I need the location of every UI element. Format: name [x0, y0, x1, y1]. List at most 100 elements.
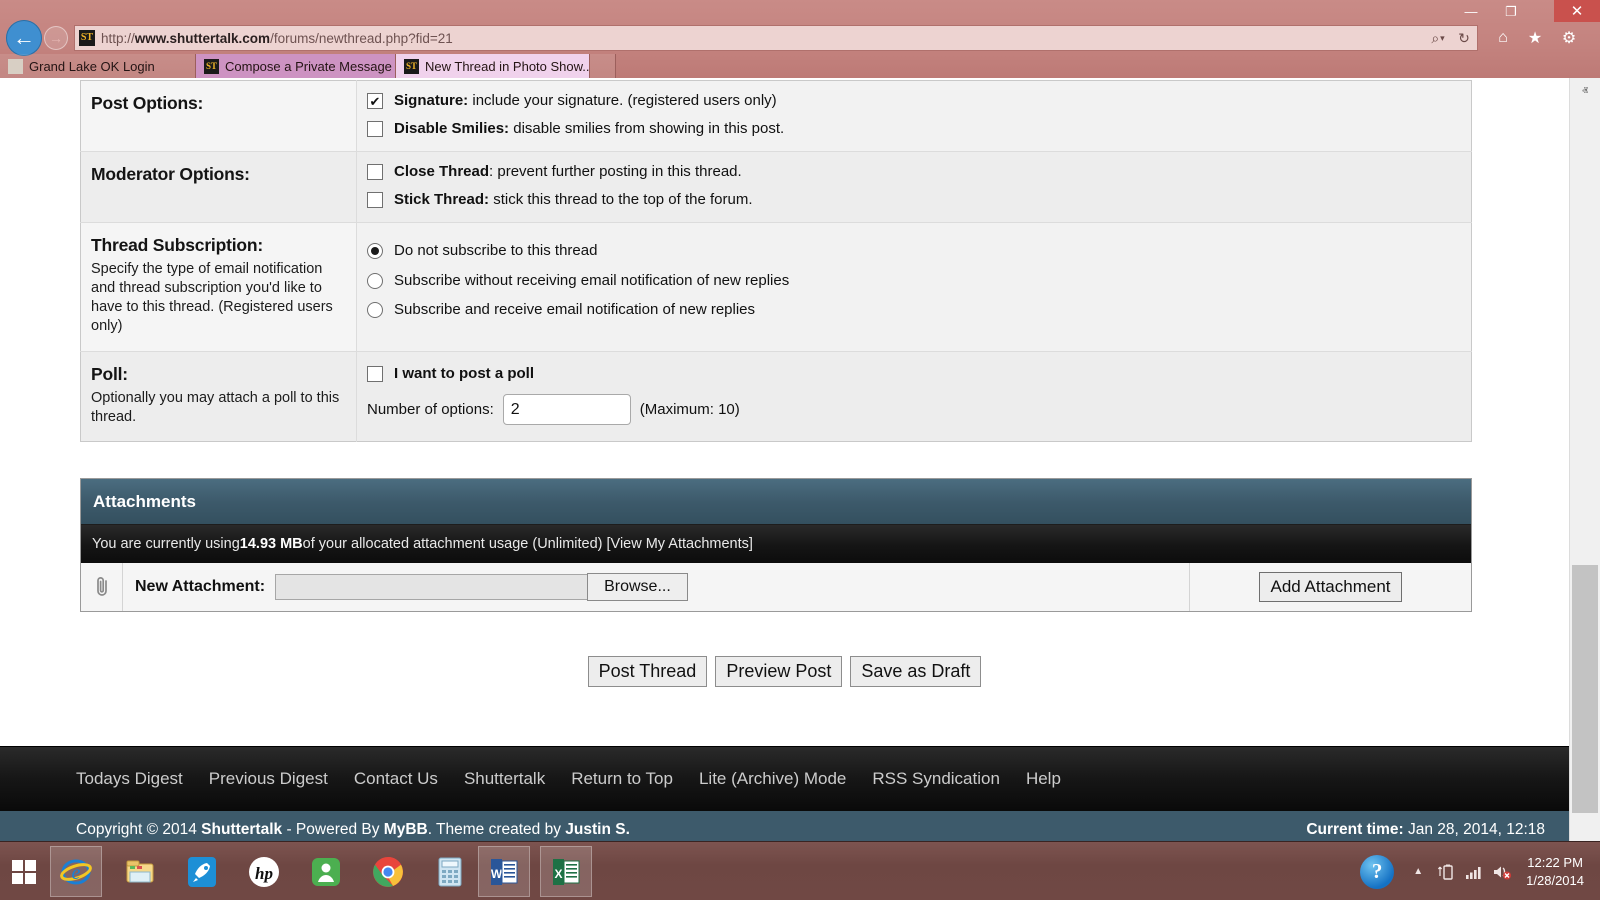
footer-link-return-to-top[interactable]: Return to Top	[571, 769, 673, 789]
footer-copyright-bar: Copyright © 2014 Shuttertalk - Powered B…	[0, 811, 1569, 841]
signature-checkbox[interactable]	[367, 93, 383, 109]
post-thread-button[interactable]: Post Thread	[588, 656, 708, 687]
option-label-rest: disable smilies from showing in this pos…	[509, 120, 784, 137]
svg-text:e: e	[72, 862, 81, 884]
windows-taskbar: e hp	[0, 841, 1600, 900]
site-favicon-icon: ST	[204, 59, 219, 74]
show-hidden-icons-icon[interactable]: ▲	[1404, 857, 1432, 887]
word-icon: W	[487, 855, 521, 889]
maximize-button[interactable]: ❐	[1494, 0, 1528, 22]
footer-link-rss-syndication[interactable]: RSS Syndication	[872, 769, 1000, 789]
poll-options-input[interactable]	[503, 394, 631, 425]
taskbar-google-chrome[interactable]	[362, 846, 414, 897]
usage-amount: 14.93 MB	[240, 536, 303, 552]
page-scrollbar[interactable]: ⱏ ⱟ	[1569, 78, 1600, 841]
taskbar-rocket-app[interactable]	[176, 846, 228, 897]
refresh-icon[interactable]: ↻	[1451, 26, 1477, 50]
preview-post-button[interactable]: Preview Post	[715, 656, 842, 687]
battery-icon[interactable]	[1432, 857, 1460, 887]
disable-smilies-checkbox[interactable]	[367, 121, 383, 137]
start-button[interactable]	[0, 842, 47, 901]
generic-favicon-icon	[8, 59, 23, 74]
taskbar-microsoft-excel[interactable]: X	[540, 846, 592, 897]
help-icon[interactable]: ?	[1360, 855, 1394, 889]
forward-button[interactable]: →	[44, 26, 68, 50]
footer-link-todays-digest[interactable]: Todays Digest	[76, 769, 183, 789]
tab-grand-lake-ok-login[interactable]: Grand Lake OK Login	[0, 54, 196, 78]
home-icon[interactable]: ⌂	[1490, 26, 1516, 50]
option-post-a-poll[interactable]: I want to post a poll	[367, 366, 1459, 383]
option-signature[interactable]: Signature: include your signature. (regi…	[367, 93, 1459, 110]
copyright-engine: MyBB	[384, 821, 428, 838]
option-label-rest: stick this thread to the top of the foru…	[489, 191, 752, 208]
close-thread-checkbox[interactable]	[367, 164, 383, 180]
browse-button[interactable]: Browse...	[587, 573, 688, 601]
option-do-not-subscribe[interactable]: Do not subscribe to this thread	[367, 243, 1459, 260]
subscribe-with-email-radio[interactable]	[367, 302, 383, 318]
current-time-label: Current time:	[1306, 821, 1403, 838]
field-description: Optionally you may attach a poll to this…	[91, 389, 344, 427]
taskbar-quicken-app[interactable]	[300, 846, 352, 897]
option-subscribe-no-email[interactable]: Subscribe without receiving email notifi…	[367, 273, 1459, 290]
tab-compose-private-message[interactable]: ST Compose a Private Message	[196, 54, 396, 78]
option-label-bold: Stick Thread:	[394, 191, 489, 208]
hp-icon: hp	[247, 855, 281, 889]
close-window-button[interactable]: ✕	[1554, 0, 1600, 22]
do-not-subscribe-radio[interactable]	[367, 243, 383, 259]
taskbar-clock[interactable]: 12:22 PM 1/28/2014	[1526, 854, 1584, 888]
address-bar[interactable]: ST http://www.shuttertalk.com/forums/new…	[74, 25, 1478, 51]
search-icon[interactable]: ⌕▾	[1425, 26, 1451, 50]
attachments-panel: Attachments You are currently using 14.9…	[80, 478, 1472, 612]
subscribe-no-email-radio[interactable]	[367, 273, 383, 289]
taskbar-file-explorer[interactable]	[114, 846, 166, 897]
field-title: Moderator Options:	[91, 164, 344, 185]
table-row-post-options: Post Options: Signature: include your si…	[81, 81, 1472, 152]
taskbar-calculator[interactable]	[424, 846, 476, 897]
thread-subscription-label-cell: Thread Subscription: Specify the type of…	[81, 223, 357, 352]
footer-link-help[interactable]: Help	[1026, 769, 1061, 789]
network-signal-icon[interactable]	[1460, 857, 1488, 887]
post-a-poll-checkbox[interactable]	[367, 366, 383, 382]
taskbar-hp-support-assistant[interactable]: hp	[238, 846, 290, 897]
taskbar-microsoft-word[interactable]: W	[478, 846, 530, 897]
taskbar-internet-explorer[interactable]: e	[50, 846, 102, 897]
footer-link-lite-archive-mode[interactable]: Lite (Archive) Mode	[699, 769, 846, 789]
tab-strip: Grand Lake OK Login ST Compose a Private…	[0, 54, 1600, 78]
browser-chrome: — ❐ ✕ ← → ST http://www.shuttertalk.com/…	[0, 0, 1600, 78]
footer-link-previous-digest[interactable]: Previous Digest	[209, 769, 328, 789]
new-tab-button[interactable]	[590, 54, 616, 78]
maximize-icon: ❐	[1505, 5, 1517, 18]
save-as-draft-button[interactable]: Save as Draft	[850, 656, 981, 687]
scroll-up-icon[interactable]: ⱏ	[1570, 78, 1600, 104]
search-caret-icon: ▾	[1440, 33, 1445, 44]
stick-thread-checkbox[interactable]	[367, 192, 383, 208]
minimize-button[interactable]: —	[1454, 0, 1488, 22]
clock-time: 12:22 PM	[1526, 854, 1584, 871]
option-label-bold: Disable Smilies:	[394, 120, 509, 137]
field-description: Specify the type of email notification a…	[91, 260, 344, 337]
forward-arrow-icon: →	[49, 30, 63, 46]
option-label-bold: Signature:	[394, 92, 468, 109]
attachment-file-input[interactable]	[275, 574, 587, 600]
moderator-options-field-cell: Close Thread: prevent further posting in…	[357, 152, 1472, 223]
favorites-star-icon[interactable]: ★	[1522, 26, 1548, 50]
svg-text:W: W	[491, 867, 503, 881]
scrollbar-thumb[interactable]	[1572, 565, 1598, 813]
tab-new-thread-in-photo-show[interactable]: ST New Thread in Photo Show... ✕	[396, 54, 590, 78]
scroll-down-icon[interactable]: ⱟ	[1570, 815, 1600, 841]
back-button[interactable]: ←	[6, 20, 42, 56]
footer-link-shuttertalk[interactable]: Shuttertalk	[464, 769, 545, 789]
usage-suffix: of your allocated attachment usage (Unli…	[303, 536, 753, 552]
gear-icon[interactable]: ⚙	[1556, 26, 1582, 50]
option-subscribe-with-email[interactable]: Subscribe and receive email notification…	[367, 302, 1459, 319]
add-attachment-button[interactable]: Add Attachment	[1259, 572, 1401, 602]
add-attachment-cell: Add Attachment	[1190, 563, 1471, 611]
volume-muted-icon[interactable]	[1488, 857, 1516, 887]
option-disable-smilies[interactable]: Disable Smilies: disable smilies from sh…	[367, 121, 1459, 138]
footer-link-contact-us[interactable]: Contact Us	[354, 769, 438, 789]
browser-navigation-bar: ← → ST http://www.shuttertalk.com/forums…	[0, 22, 1600, 54]
search-glyph: ⌕	[1431, 30, 1439, 47]
option-close-thread[interactable]: Close Thread: prevent further posting in…	[367, 164, 1459, 181]
option-stick-thread[interactable]: Stick Thread: stick this thread to the t…	[367, 192, 1459, 209]
poll-label-cell: Poll: Optionally you may attach a poll t…	[81, 351, 357, 441]
